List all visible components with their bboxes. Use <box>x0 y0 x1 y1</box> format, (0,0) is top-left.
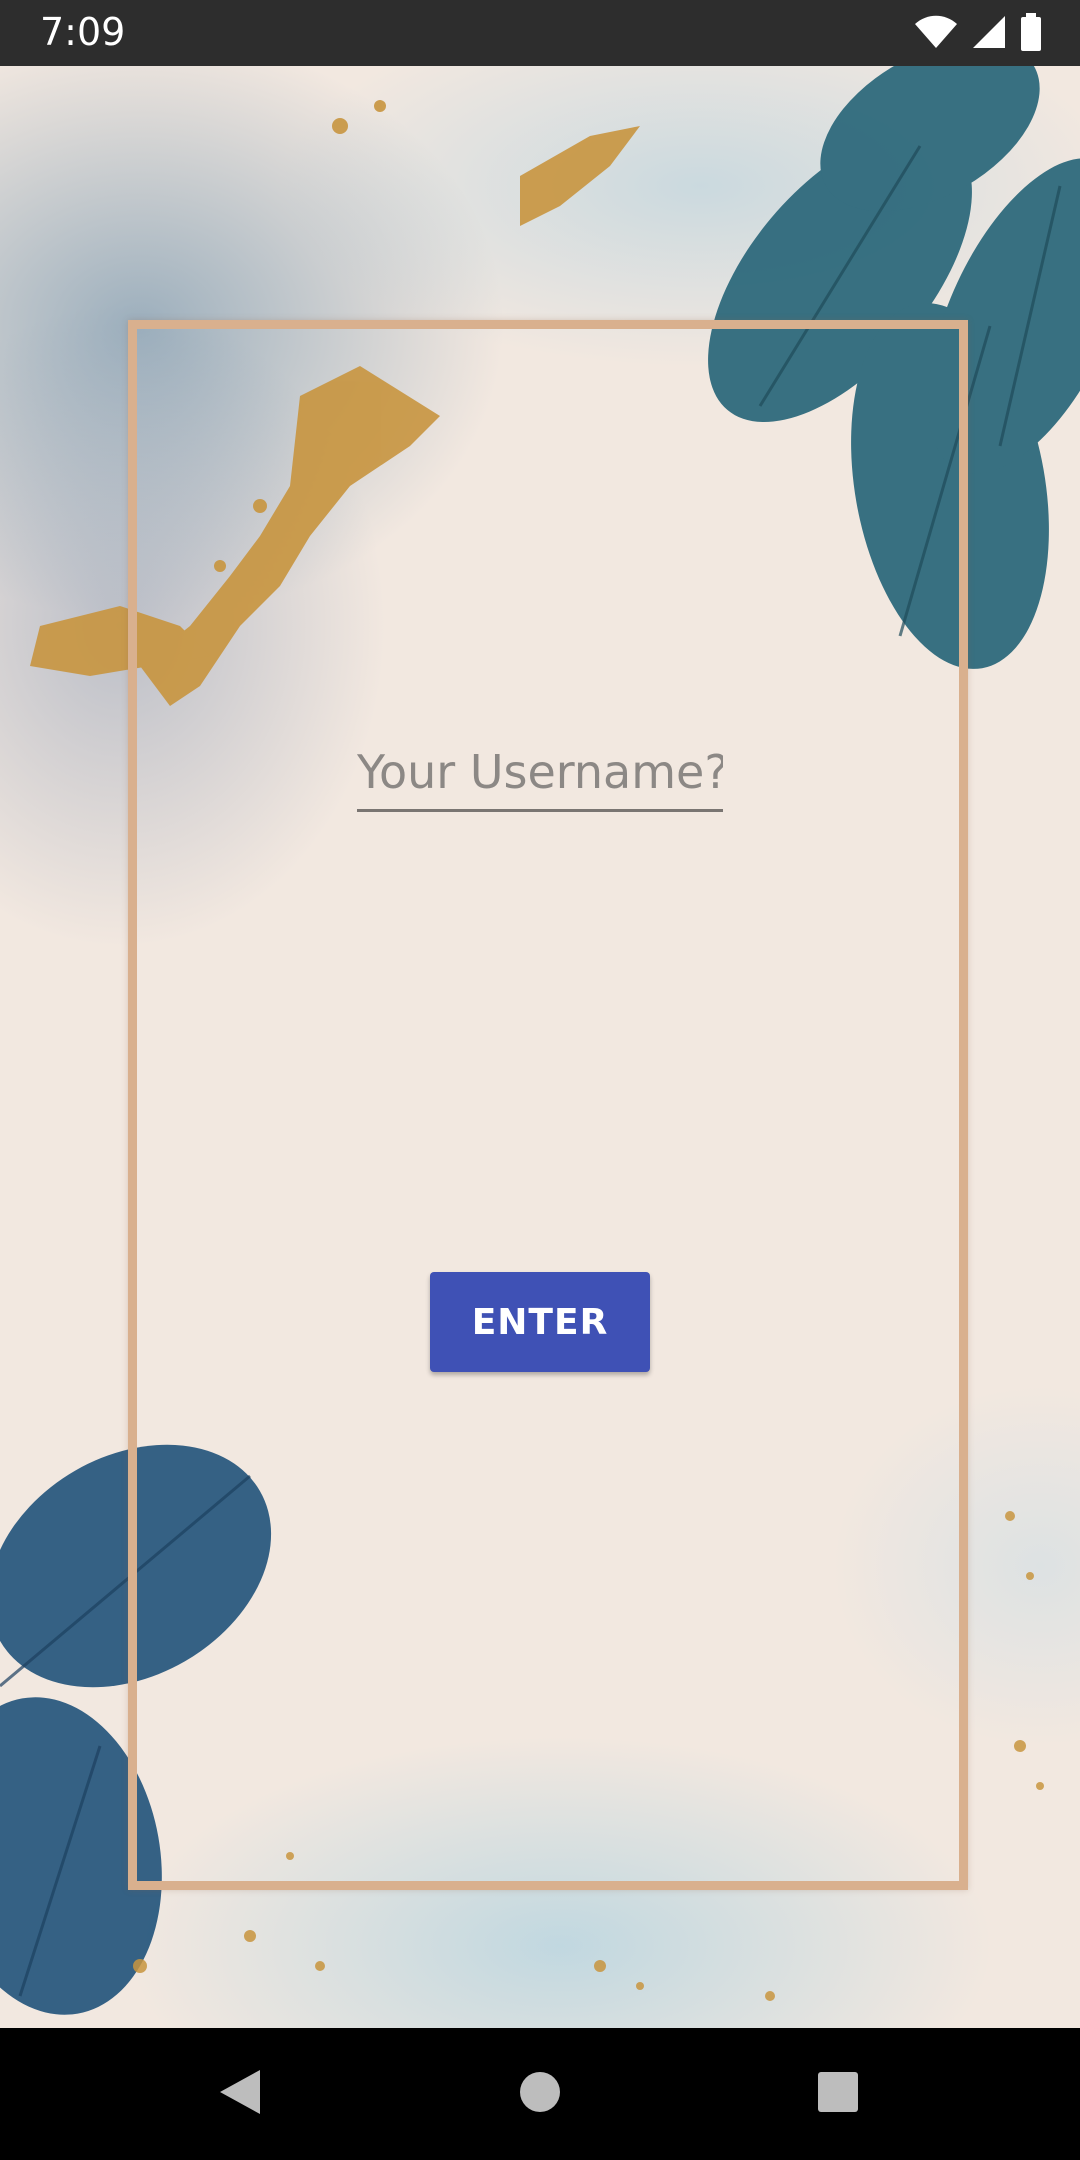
cell-signal-icon <box>972 15 1006 54</box>
back-button[interactable] <box>210 2064 270 2124</box>
status-time: 7:09 <box>40 10 126 54</box>
username-input[interactable] <box>357 740 723 812</box>
enter-button[interactable]: ENTER <box>430 1272 650 1372</box>
home-button[interactable] <box>510 2064 570 2124</box>
navigation-bar <box>0 2028 1080 2160</box>
home-icon <box>518 2070 562 2119</box>
recents-button[interactable] <box>808 2064 868 2124</box>
decorative-frame <box>128 320 968 1890</box>
wifi-icon <box>914 15 958 54</box>
status-bar: 7:09 <box>0 0 1080 66</box>
back-icon <box>218 2068 262 2121</box>
background-illustration: rawpixel <box>0 66 1080 2028</box>
battery-icon <box>1020 12 1042 56</box>
status-icons <box>914 12 1042 56</box>
recents-icon <box>817 2071 859 2118</box>
screen: 7:09 Your Username? ENTER <box>0 0 1080 2160</box>
